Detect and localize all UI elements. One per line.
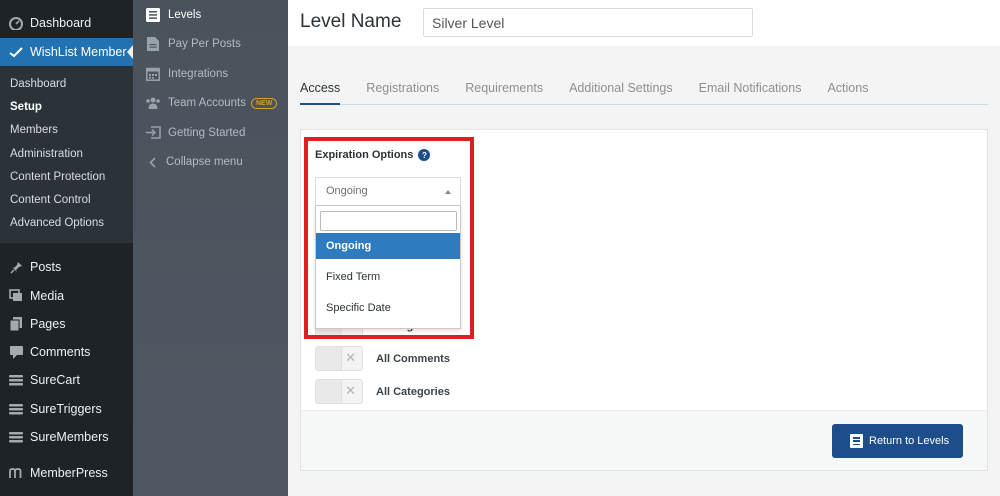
- tab-additional-settings[interactable]: Additional Settings: [569, 78, 673, 105]
- toggle-knob: [316, 380, 342, 403]
- level-name-input[interactable]: [423, 8, 753, 37]
- calendar-grid-icon: [145, 66, 161, 82]
- wl-nav-integrations-label: Integrations: [168, 67, 229, 80]
- wp-admin-sidebar: Dashboard WishList Member Dashboard Setu…: [0, 0, 133, 496]
- tab-registrations[interactable]: Registrations: [366, 78, 439, 105]
- submenu-members[interactable]: Members: [0, 119, 133, 142]
- all-categories-label: All Categories: [376, 385, 450, 398]
- wp-menu-surecart[interactable]: SureCart: [0, 366, 133, 394]
- suretriggers-icon: [8, 401, 24, 417]
- list-icon: [850, 434, 863, 448]
- return-to-levels-button[interactable]: Return to Levels: [832, 424, 963, 458]
- submenu-setup[interactable]: Setup: [0, 95, 133, 118]
- tab-requirements[interactable]: Requirements: [465, 78, 543, 105]
- close-icon: ✕: [345, 383, 356, 398]
- wp-menu-memberpress-label: MemberPress: [30, 466, 108, 481]
- wl-nav-team-accounts[interactable]: Team Accounts NEW: [133, 89, 288, 119]
- wp-menu-comments[interactable]: Comments: [0, 338, 133, 366]
- wp-menu-pages[interactable]: Pages: [0, 310, 133, 338]
- wl-nav-integrations[interactable]: Integrations: [133, 59, 288, 89]
- wp-menu-media-label: Media: [30, 288, 65, 303]
- toggle-row-all-categories: ✕ All Categories: [315, 379, 450, 404]
- wishlist-submenu: Dashboard Setup Members Administration C…: [0, 66, 133, 244]
- submenu-advanced-options[interactable]: Advanced Options: [0, 212, 133, 235]
- close-icon: ✕: [345, 350, 356, 365]
- level-header: Level Name: [288, 0, 1000, 46]
- wp-menu-surecart-label: SureCart: [30, 373, 81, 388]
- surecart-icon: [8, 372, 24, 388]
- wl-nav-levels-label: Levels: [168, 8, 202, 21]
- wp-menu-dashboard-label: Dashboard: [30, 16, 92, 30]
- wp-menu-posts[interactable]: Posts: [0, 253, 133, 281]
- levels-icon: [145, 7, 161, 23]
- all-comments-label: All Comments: [376, 352, 450, 365]
- wp-menu-lower: Posts Media Pages Comments SureCart Sure…: [0, 243, 133, 487]
- pin-icon: [8, 259, 24, 275]
- wp-menu-comments-label: Comments: [30, 345, 91, 360]
- team-icon: [145, 95, 161, 111]
- wp-menu-suretriggers[interactable]: SureTriggers: [0, 395, 133, 423]
- all-categories-toggle[interactable]: ✕: [315, 379, 363, 404]
- level-tabs: Access Registrations Requirements Additi…: [300, 78, 988, 105]
- new-badge: NEW: [250, 97, 278, 109]
- page-title: Level Name: [300, 11, 402, 32]
- wl-nav-getting-started-label: Getting Started: [168, 126, 246, 139]
- tab-actions[interactable]: Actions: [827, 78, 868, 105]
- wl-nav-pay-per-posts-label: Pay Per Posts: [168, 38, 241, 51]
- wp-menu-media[interactable]: Media: [0, 281, 133, 309]
- submenu-administration[interactable]: Administration: [0, 142, 133, 165]
- wl-nav-pay-per-posts[interactable]: Pay Per Posts: [133, 30, 288, 60]
- wp-menu-suremembers-label: SureMembers: [30, 430, 109, 444]
- wp-menu-wishlist-member[interactable]: WishList Member: [0, 38, 133, 66]
- submenu-dashboard[interactable]: Dashboard: [0, 72, 133, 95]
- wl-nav-levels[interactable]: Levels: [133, 0, 288, 30]
- memberpress-icon: [8, 465, 24, 481]
- dashboard-icon: [8, 15, 24, 31]
- comment-icon: [8, 344, 24, 360]
- submenu-content-control[interactable]: Content Control: [0, 188, 133, 211]
- return-to-levels-label: Return to Levels: [869, 435, 950, 447]
- document-icon: [145, 36, 161, 52]
- tab-access[interactable]: Access: [300, 78, 341, 105]
- tab-email-notifications[interactable]: Email Notifications: [699, 78, 802, 105]
- wp-menu-posts-label: Posts: [30, 260, 62, 275]
- suremembers-icon: [8, 429, 24, 445]
- wishlist-secondary-nav: Levels Pay Per Posts Integrations Team A…: [133, 0, 288, 496]
- sign-in-icon: [145, 125, 161, 141]
- toggle-row-all-comments: ✕ All Comments: [315, 346, 450, 371]
- checkmark-icon: [8, 44, 24, 60]
- wl-collapse-label: Collapse menu: [166, 156, 243, 169]
- chevron-left-icon: [147, 154, 157, 170]
- wl-collapse-menu[interactable]: Collapse menu: [133, 148, 288, 178]
- toggle-knob: [316, 347, 342, 370]
- wl-nav-team-accounts-label: Team Accounts: [168, 97, 246, 110]
- wp-menu-pages-label: Pages: [30, 316, 66, 331]
- all-comments-toggle[interactable]: ✕: [315, 346, 363, 371]
- wp-menu-dashboard[interactable]: Dashboard: [0, 9, 133, 37]
- wp-menu-memberpress[interactable]: MemberPress: [0, 459, 133, 487]
- wl-nav-getting-started[interactable]: Getting Started: [133, 118, 288, 148]
- highlight-annotation: [304, 137, 474, 339]
- submenu-content-protection[interactable]: Content Protection: [0, 165, 133, 188]
- wp-menu-suremembers[interactable]: SureMembers: [0, 423, 133, 451]
- pages-icon: [8, 316, 24, 332]
- wp-menu-suretriggers-label: SureTriggers: [30, 401, 102, 416]
- wp-menu-wishlist-label: WishList Member: [30, 45, 127, 59]
- media-icon: [8, 288, 24, 304]
